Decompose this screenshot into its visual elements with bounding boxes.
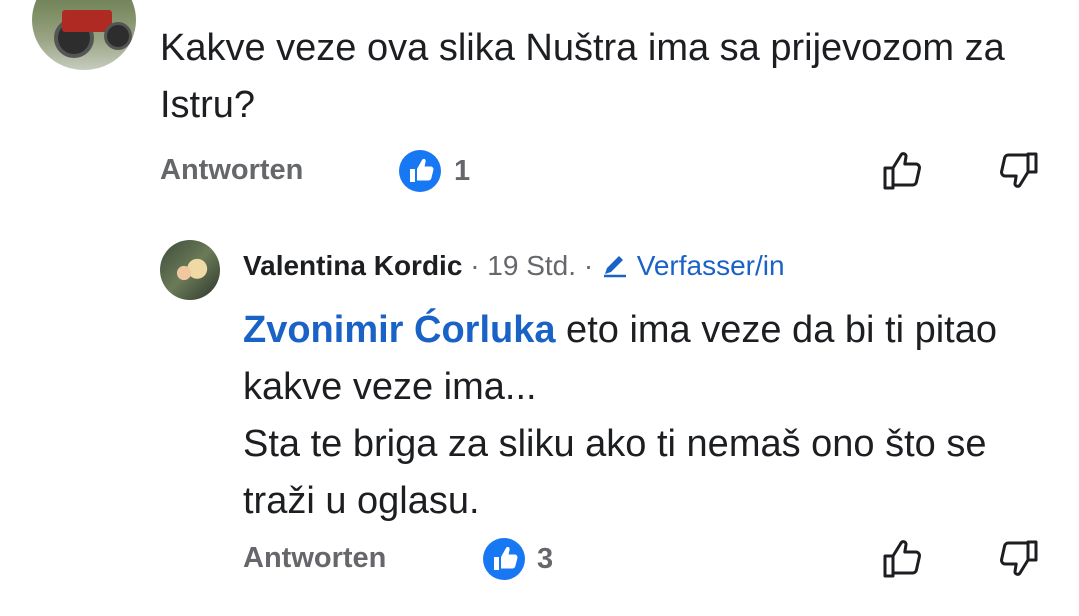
commenter-avatar[interactable] [32,0,136,70]
like-count: 3 [537,543,554,575]
comment-text: Zvonimir Ćorluka eto ima veze da bi ti p… [243,302,1063,530]
pencil-icon [601,251,629,287]
reply-button[interactable]: Antworten [160,154,303,187]
comment-text: Kakve veze ova slika Nuštra ima sa prije… [160,27,1005,126]
thumbs-down-outline-icon[interactable] [996,148,1042,194]
timestamp[interactable]: 19 Std. [487,250,576,281]
commenter-avatar[interactable] [160,240,220,300]
thumbs-up-outline-icon[interactable] [879,148,925,194]
user-mention[interactable]: Zvonimir Ćorluka [243,309,556,351]
author-badge: Verfasser/in [636,250,785,281]
reply-button[interactable]: Antworten [243,542,386,575]
comment-header: Valentina Kordic · 19 Std. · Verfasser/i… [243,248,785,287]
author-name[interactable]: Valentina Kordic [243,250,462,281]
separator: · [583,250,594,281]
like-count: 1 [454,155,471,187]
separator: · [470,250,480,281]
comment-actions: Antworten 1 [160,146,1060,196]
thumbs-up-filled-icon[interactable] [483,538,525,580]
thumbs-up-filled-icon[interactable] [399,150,441,192]
comment-actions: Antworten 3 [243,534,1063,584]
thumbs-up-outline-icon[interactable] [879,536,925,582]
avatar-image-detail [104,22,132,50]
thumbs-down-outline-icon[interactable] [996,536,1042,582]
avatar-image-detail [62,10,112,32]
comment-text-line: Sta te briga za sliku ako ti nemaš ono š… [243,423,987,522]
